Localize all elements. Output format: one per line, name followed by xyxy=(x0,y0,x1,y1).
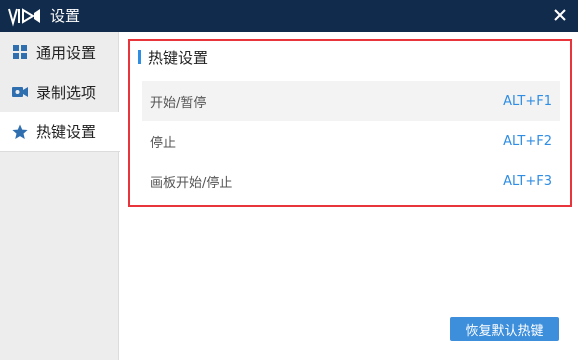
hotkey-row-start-pause: 开始/暂停 ALT+F1 xyxy=(142,81,560,121)
close-icon xyxy=(553,7,567,26)
section-title: 热键设置 xyxy=(138,47,208,67)
hotkey-row-drawboard: 画板开始/停止 ALT+F3 xyxy=(142,161,560,201)
hotkey-panel: 热键设置 开始/暂停 ALT+F1 停止 ALT+F2 画板开始/停止 ALT+… xyxy=(128,39,572,207)
hotkey-label: 停止 xyxy=(150,135,177,151)
title-accent-bar xyxy=(138,50,141,64)
close-button[interactable] xyxy=(548,4,572,28)
section-title-text: 热键设置 xyxy=(148,48,209,67)
title-bar: 设置 xyxy=(0,0,578,32)
hotkey-label: 画板开始/停止 xyxy=(150,175,233,191)
sidebar-item-general[interactable]: 通用设置 xyxy=(0,32,118,72)
main-content: 热键设置 开始/暂停 ALT+F1 停止 ALT+F2 画板开始/停止 ALT+… xyxy=(120,32,578,360)
sidebar-item-recording[interactable]: 录制选项 xyxy=(0,72,118,112)
hotkey-value[interactable]: ALT+F1 xyxy=(503,94,552,109)
camera-icon xyxy=(12,84,28,100)
sidebar-item-label: 录制选项 xyxy=(36,83,97,102)
grid-icon xyxy=(12,44,28,60)
restore-defaults-button[interactable]: 恢复默认热键 xyxy=(450,317,559,341)
video-recorder-icon xyxy=(6,4,42,28)
sidebar-item-label: 通用设置 xyxy=(36,43,97,62)
star-icon xyxy=(12,124,28,140)
hotkey-row-stop: 停止 ALT+F2 xyxy=(142,121,560,161)
window-title: 设置 xyxy=(50,7,81,25)
sidebar: 通用设置 录制选项 热键设置 xyxy=(0,32,120,360)
sidebar-item-label: 热键设置 xyxy=(36,123,97,141)
hotkey-label: 开始/暂停 xyxy=(150,95,207,111)
hotkey-value[interactable]: ALT+F2 xyxy=(503,134,552,149)
hotkey-value[interactable]: ALT+F3 xyxy=(503,174,552,189)
sidebar-item-hotkeys[interactable]: 热键设置 xyxy=(0,112,120,152)
